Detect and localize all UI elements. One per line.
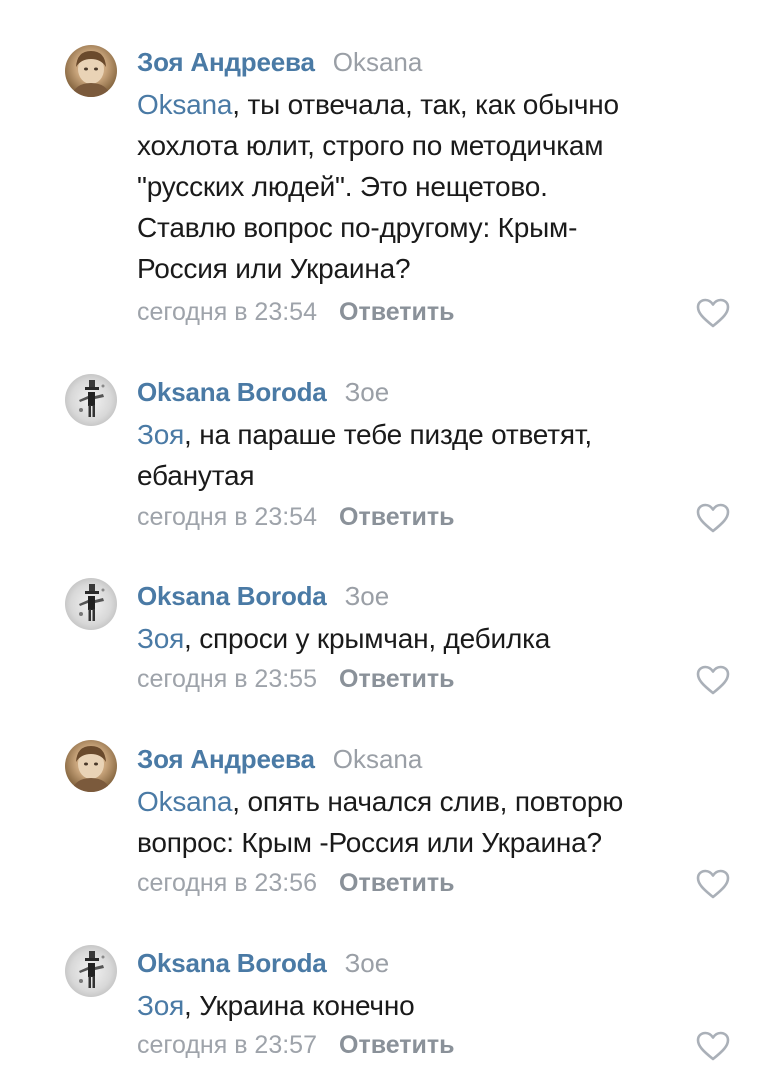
comment-text-line: хохлота юлит, строго по методичкам xyxy=(137,130,604,161)
author-name[interactable]: Зоя Андреева xyxy=(137,47,315,77)
comment-text: Зоя, спроси у крымчан, дебилка xyxy=(137,618,737,659)
avatar[interactable] xyxy=(65,374,117,426)
author-name[interactable]: Зоя Андреева xyxy=(137,744,315,774)
reply-to-name[interactable]: Зое xyxy=(345,948,390,978)
like-button[interactable] xyxy=(695,502,731,534)
mention-link[interactable]: Oksana xyxy=(137,786,232,817)
avatar[interactable] xyxy=(65,45,117,97)
author-name[interactable]: Oksana Boroda xyxy=(137,948,327,978)
heart-outline-icon xyxy=(696,665,730,695)
author-name[interactable]: Oksana Boroda xyxy=(137,377,327,407)
reply-to-name[interactable]: Oksana xyxy=(333,47,423,77)
like-button[interactable] xyxy=(695,1030,731,1062)
comment-text-line: Oksana, опять начался слив, повторю xyxy=(137,786,624,817)
author-name[interactable]: Oksana Boroda xyxy=(137,581,327,611)
mention-link[interactable]: Зоя xyxy=(137,419,184,450)
heart-outline-icon xyxy=(696,298,730,328)
heart-outline-icon xyxy=(696,1031,730,1061)
like-button[interactable] xyxy=(695,297,731,329)
reply-button[interactable]: Ответить xyxy=(339,869,455,897)
reply-button[interactable]: Ответить xyxy=(339,1031,455,1059)
comment-text: Oksana, опять начался слив, повторю вопр… xyxy=(137,781,737,863)
comment-text-line: "русских людей". Это нещетово. xyxy=(137,171,548,202)
mention-link[interactable]: Oksana xyxy=(137,89,232,120)
reply-button[interactable]: Ответить xyxy=(339,298,455,326)
comment-text-line: вопрос: Крым -Россия или Украина? xyxy=(137,827,602,858)
comment-text: Зоя, Украина конечно xyxy=(137,985,737,1026)
avatar[interactable] xyxy=(65,578,117,630)
comment-text-line: Oksana, ты отвечала, так, как обычно xyxy=(137,89,619,120)
reply-button[interactable]: Ответить xyxy=(339,503,455,531)
comments-list: Зоя Андреева Oksana Oksana, ты отвечала, … xyxy=(0,0,766,1080)
comment-text: Oksana, ты отвечала, так, как обычно хох… xyxy=(137,84,737,289)
comment-text-line: Зоя, на параше тебе пизде ответят, xyxy=(137,419,592,450)
comment-text-line: Зоя, Украина конечно xyxy=(137,990,415,1021)
reply-to-name[interactable]: Зое xyxy=(345,377,390,407)
avatar[interactable] xyxy=(65,740,117,792)
comment-text-line: Россия или Украина? xyxy=(137,253,411,284)
like-button[interactable] xyxy=(695,664,731,696)
mention-link[interactable]: Зоя xyxy=(137,990,184,1021)
comment-timestamp: сегодня в 23:55 xyxy=(137,665,317,693)
reply-to-name[interactable]: Oksana xyxy=(333,744,423,774)
comment-text-line: ебанутая xyxy=(137,460,255,491)
comment-text-line: Ставлю вопрос по-другому: Крым- xyxy=(137,212,578,243)
comment-timestamp: сегодня в 23:57 xyxy=(137,1031,317,1059)
comment-text-line: Зоя, спроси у крымчан, дебилка xyxy=(137,623,551,654)
comment-text: Зоя, на параше тебе пизде ответят, ебану… xyxy=(137,414,737,496)
comment-timestamp: сегодня в 23:54 xyxy=(137,298,317,326)
like-button[interactable] xyxy=(695,868,731,900)
reply-to-name[interactable]: Зое xyxy=(345,581,390,611)
avatar[interactable] xyxy=(65,945,117,997)
reply-button[interactable]: Ответить xyxy=(339,665,455,693)
heart-outline-icon xyxy=(696,503,730,533)
comment-timestamp: сегодня в 23:54 xyxy=(137,503,317,531)
comment-timestamp: сегодня в 23:56 xyxy=(137,869,317,897)
mention-link[interactable]: Зоя xyxy=(137,623,184,654)
heart-outline-icon xyxy=(696,869,730,899)
